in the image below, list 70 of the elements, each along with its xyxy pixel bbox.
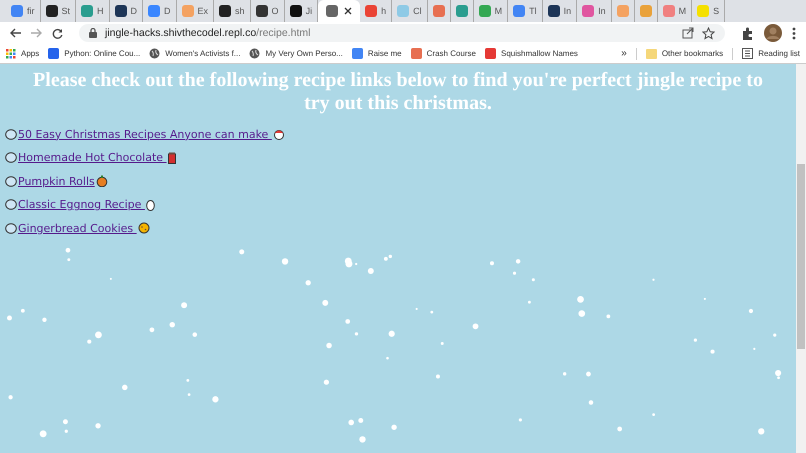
puzzle-icon[interactable] xyxy=(741,26,754,40)
address-bar[interactable]: jingle-hacks.shivthecodel.repl.co/recipe.html xyxy=(79,24,725,42)
folder-icon xyxy=(646,48,657,58)
bookmark-item[interactable]: Crash Course xyxy=(410,48,476,59)
apps-grid-icon xyxy=(6,48,16,58)
menu-icon[interactable] xyxy=(792,26,796,40)
bubble-icon xyxy=(5,152,17,164)
page-heading: Please check out the following recipe links below to find you're perfect jingle recipe to try out this christmas. xyxy=(32,69,764,115)
favicon-icon xyxy=(397,5,410,17)
bookmark-item[interactable]: Raise me xyxy=(352,48,402,59)
favicon-icon xyxy=(256,5,268,17)
avatar-icon[interactable] xyxy=(764,24,782,42)
reading-list-icon xyxy=(742,48,754,59)
favicon-icon xyxy=(182,5,194,17)
reload-icon[interactable] xyxy=(52,28,63,38)
scrollbar[interactable] xyxy=(796,64,806,453)
favicon-icon xyxy=(640,5,652,17)
favicon-icon xyxy=(114,5,127,17)
favicon-icon xyxy=(46,5,58,17)
lock-icon xyxy=(89,28,97,38)
cookie-icon xyxy=(138,222,150,234)
globe-icon xyxy=(249,48,260,59)
recipe-link[interactable]: Classic Eggnog Recipe xyxy=(18,198,145,212)
favicon-icon xyxy=(456,5,468,17)
bubble-icon xyxy=(5,176,17,187)
bookmark-item[interactable]: Python: Online Cou... xyxy=(48,48,140,59)
browser-tab[interactable] xyxy=(318,0,360,22)
cup-icon xyxy=(168,152,176,164)
favicon-icon xyxy=(219,5,232,17)
share-icon[interactable] xyxy=(682,27,694,39)
pumpkin-icon xyxy=(96,175,108,188)
recipe-link[interactable]: 50 Easy Christmas Recipes Anyone can make xyxy=(18,128,272,141)
other-bookmarks-folder[interactable]: Other bookmarks xyxy=(646,48,724,58)
bookmark-item[interactable]: Squishmallow Names xyxy=(484,48,578,59)
favicon-icon xyxy=(478,5,491,17)
favicon-icon xyxy=(148,5,160,17)
more-bookmarks-button[interactable]: » xyxy=(621,48,627,59)
favicon-icon xyxy=(662,5,675,17)
recipe-link[interactable]: Homemade Hot Chocolate xyxy=(18,151,167,164)
scrollbar-thumb[interactable] xyxy=(797,164,805,349)
bubble-icon xyxy=(5,222,17,234)
back-icon[interactable] xyxy=(10,28,21,38)
egg-icon xyxy=(146,198,155,211)
favicon-icon xyxy=(326,5,338,17)
bookmark-favicon-icon xyxy=(352,48,363,59)
bookmark-favicon-icon xyxy=(484,48,496,59)
favicon-icon xyxy=(582,5,594,17)
favicon-icon xyxy=(365,5,378,17)
recipe-link[interactable]: Pumpkin Rolls xyxy=(18,174,95,188)
bookmark-favicon-icon xyxy=(410,48,422,59)
recipe-link[interactable]: Gingerbread Cookies xyxy=(18,222,137,235)
bubble-icon xyxy=(5,199,17,210)
bookmark-favicon-icon xyxy=(48,48,60,59)
favicon-icon xyxy=(81,5,94,17)
bubble-icon xyxy=(5,128,17,140)
favicon-icon xyxy=(697,5,710,17)
star-icon[interactable] xyxy=(702,26,715,40)
favicon-icon xyxy=(513,5,526,17)
favicon-icon xyxy=(11,5,23,17)
favicon-icon xyxy=(548,5,560,17)
url-text: jingle-hacks.shivthecodel.repl.co/recipe.html xyxy=(105,27,310,39)
bookmark-item[interactable]: Women's Activists f... xyxy=(149,48,240,59)
favicon-icon xyxy=(616,5,629,17)
close-icon[interactable] xyxy=(344,7,352,15)
globe-icon xyxy=(149,48,160,59)
favicon-icon xyxy=(290,5,302,17)
bookmark-item[interactable]: My Very Own Perso... xyxy=(249,48,343,59)
reading-list-button[interactable]: Reading list xyxy=(742,48,800,59)
favicon-icon xyxy=(432,5,445,17)
bookmark-item[interactable]: Apps xyxy=(6,48,40,58)
